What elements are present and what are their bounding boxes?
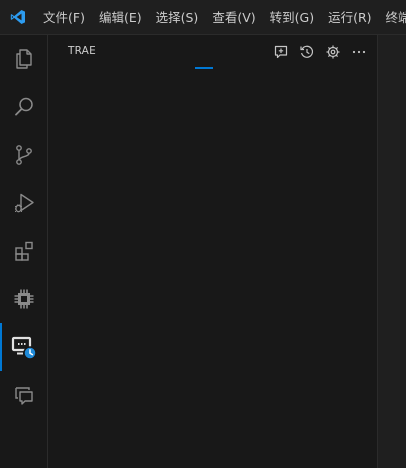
editor-area [378, 35, 406, 468]
activity-search[interactable] [0, 83, 48, 131]
panel-actions [264, 43, 368, 61]
menu-view[interactable]: 查看(V) [205, 0, 262, 35]
remote-history-icon [11, 336, 37, 360]
activity-chat[interactable] [0, 371, 48, 419]
history-icon [300, 45, 313, 58]
explorer-icon [16, 49, 32, 69]
panel-title: TRAE [68, 45, 96, 57]
new-chat-icon [274, 45, 288, 59]
source-control-icon [16, 145, 32, 165]
more-button[interactable] [350, 43, 368, 61]
settings-icon [326, 45, 340, 59]
activity-run-debug[interactable] [0, 179, 48, 227]
settings-button[interactable] [324, 43, 342, 61]
menu-edit[interactable]: 编辑(E) [92, 0, 149, 35]
new-chat-button[interactable] [272, 43, 290, 61]
chat-icon [15, 387, 33, 405]
activity-chip[interactable] [0, 275, 48, 323]
activity-source-control[interactable] [0, 131, 48, 179]
history-button[interactable] [298, 43, 316, 61]
menu-run[interactable]: 运行(R) [321, 0, 378, 35]
activity-extensions[interactable] [0, 227, 48, 275]
menu-terminal[interactable]: 终端 [379, 0, 406, 35]
run-debug-icon [15, 193, 34, 213]
loading-indicator [195, 67, 213, 69]
menu-selection[interactable]: 选择(S) [149, 0, 206, 35]
app-window: 文件(F) 编辑(E) 选择(S) 查看(V) 转到(G) 运行(R) 终端 T… [0, 0, 406, 468]
more-icon [352, 50, 366, 54]
extensions-icon [15, 241, 33, 261]
activity-explorer[interactable] [0, 35, 48, 83]
search-icon [15, 97, 33, 116]
vscode-logo-icon [0, 0, 36, 35]
title-bar: 文件(F) 编辑(E) 选择(S) 查看(V) 转到(G) 运行(R) 终端 [0, 0, 406, 35]
chip-icon [14, 289, 34, 309]
menu-go[interactable]: 转到(G) [263, 0, 321, 35]
activity-bar [0, 35, 48, 468]
menu-file[interactable]: 文件(F) [36, 0, 92, 35]
activity-trae[interactable] [0, 323, 48, 371]
side-panel: TRAE [48, 35, 378, 468]
panel-header: TRAE [48, 35, 378, 71]
menu-bar: 文件(F) 编辑(E) 选择(S) 查看(V) 转到(G) 运行(R) 终端 [36, 0, 406, 35]
